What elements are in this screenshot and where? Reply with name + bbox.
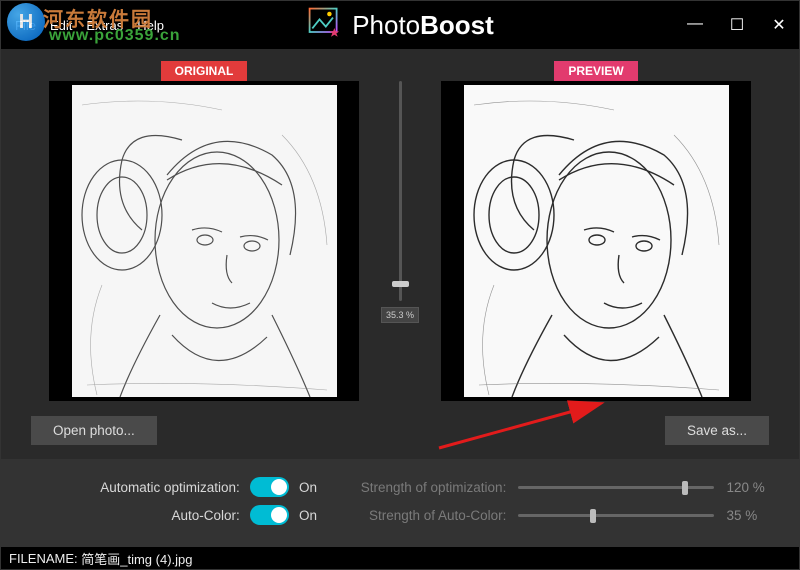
zoom-slider[interactable]	[399, 81, 402, 301]
close-button[interactable]: ✕	[767, 15, 791, 35]
preview-panel: PREVIEW	[423, 61, 769, 403]
auto-optimization-row: Automatic optimization: On Strength of o…	[25, 473, 775, 501]
menu-bar: File Edit Extras Help	[9, 16, 170, 35]
window-controls: — ☐ ✕	[683, 15, 791, 35]
status-bar: FILENAME: 简笔画_timg (4).jpg	[1, 547, 799, 569]
menu-extras[interactable]: Extras	[80, 16, 129, 35]
menu-edit[interactable]: Edit	[44, 16, 78, 35]
auto-optimization-toggle[interactable]	[250, 477, 289, 497]
minimize-button[interactable]: —	[683, 15, 707, 35]
strength-auto-color-slider[interactable]	[518, 514, 714, 517]
preview-image-box[interactable]	[441, 81, 751, 401]
menu-help[interactable]: Help	[131, 16, 170, 35]
zoom-value: 35.3 %	[381, 307, 419, 323]
work-area: ORIGINAL	[1, 49, 799, 459]
original-badge: ORIGINAL	[161, 61, 248, 81]
auto-color-state: On	[299, 508, 333, 523]
app-title-bold: Boost	[420, 10, 494, 40]
auto-color-label: Auto-Color:	[25, 508, 240, 523]
zoom-column: 35.3 %	[377, 61, 423, 403]
controls-panel: Automatic optimization: On Strength of o…	[1, 459, 799, 547]
auto-optimization-label: Automatic optimization:	[25, 480, 240, 495]
app-title-light: Photo	[352, 10, 420, 40]
auto-optimization-state: On	[299, 480, 333, 495]
auto-color-row: Auto-Color: On Strength of Auto-Color: 3…	[25, 501, 775, 529]
save-as-button[interactable]: Save as...	[665, 416, 769, 445]
filename-label: FILENAME:	[9, 551, 78, 566]
original-image	[72, 85, 337, 397]
strength-optimization-value: 120 %	[726, 480, 775, 495]
strength-optimization-thumb[interactable]	[682, 481, 688, 495]
preview-badge: PREVIEW	[554, 61, 637, 81]
menu-file[interactable]: File	[9, 16, 42, 35]
preview-image	[464, 85, 729, 397]
button-row: Open photo... Save as...	[31, 416, 769, 445]
strength-optimization-slider[interactable]	[518, 486, 714, 489]
strength-auto-color-label: Strength of Auto-Color:	[333, 508, 507, 523]
filename-value: 简笔画_timg (4).jpg	[81, 549, 192, 568]
app-logo-icon	[306, 5, 342, 46]
open-photo-button[interactable]: Open photo...	[31, 416, 157, 445]
app-title: PhotoBoost	[352, 10, 494, 41]
zoom-slider-thumb[interactable]	[392, 281, 409, 287]
strength-optimization-label: Strength of optimization:	[333, 480, 507, 495]
original-image-box[interactable]	[49, 81, 359, 401]
strength-auto-color-value: 35 %	[726, 508, 775, 523]
original-panel: ORIGINAL	[31, 61, 377, 403]
maximize-button[interactable]: ☐	[725, 15, 749, 35]
titlebar: File Edit Extras Help PhotoBoost	[1, 1, 799, 49]
app-window: H 河东软件园 www.pc0359.cn File Edit Extras H…	[0, 0, 800, 570]
auto-color-toggle[interactable]	[250, 505, 289, 525]
strength-auto-color-thumb[interactable]	[590, 509, 596, 523]
